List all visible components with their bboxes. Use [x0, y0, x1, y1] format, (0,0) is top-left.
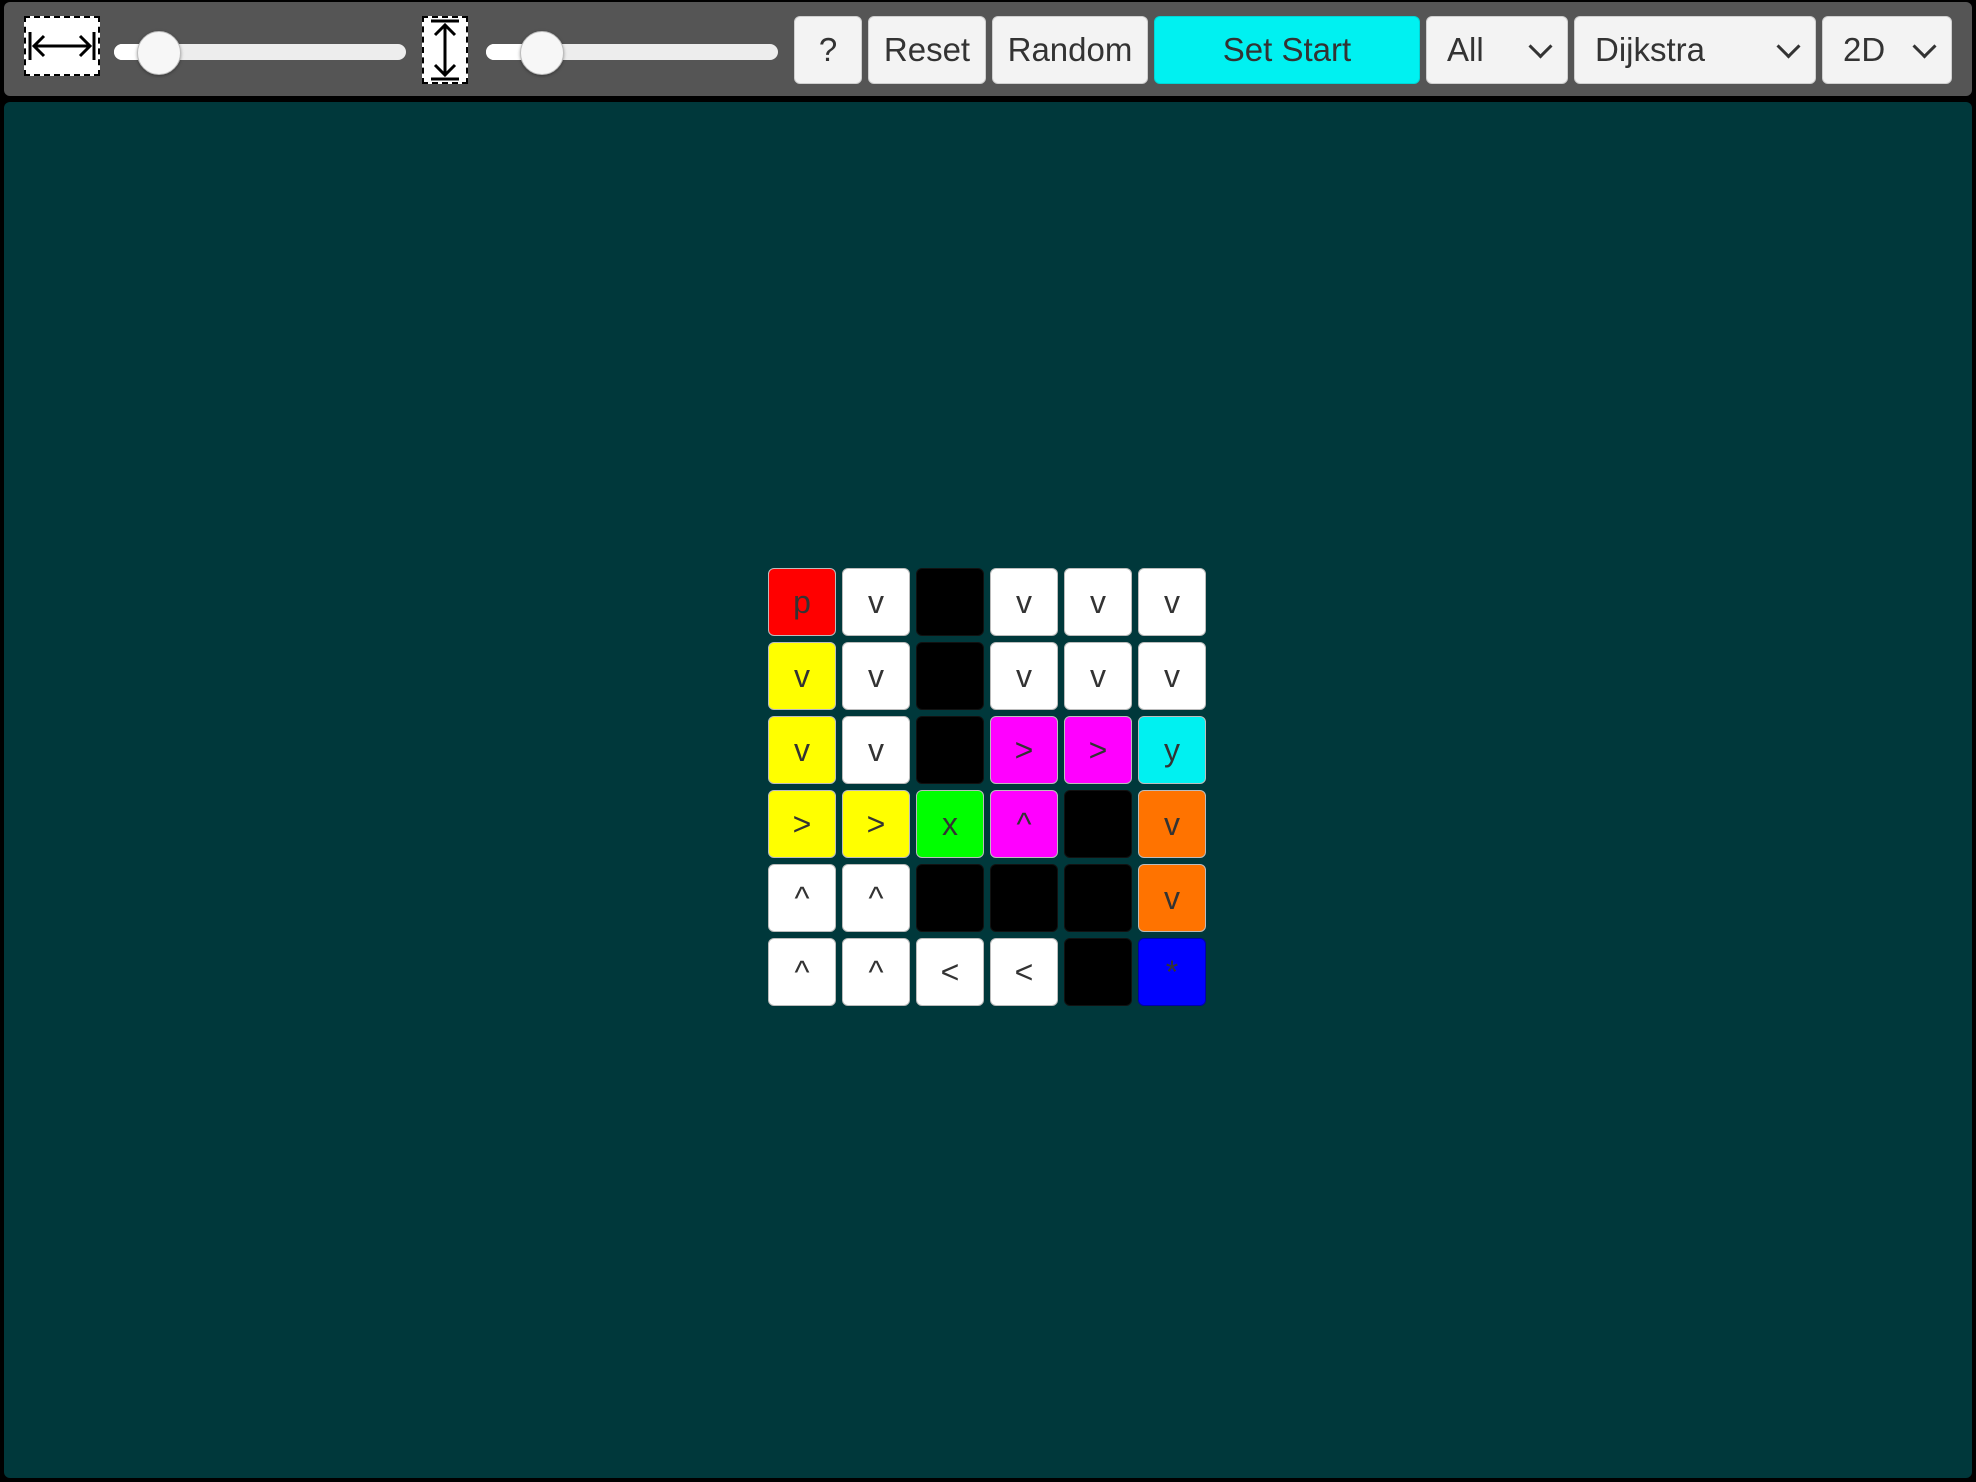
- vertical-arrows-icon: [422, 16, 468, 84]
- grid-cell-r0-c0[interactable]: p: [768, 568, 836, 636]
- grid-cell-r5-c1[interactable]: ^: [842, 938, 910, 1006]
- toolbar: ? Reset Random Set Start All Dijkstra 2D: [4, 2, 1972, 96]
- grid-cell-r3-c1[interactable]: >: [842, 790, 910, 858]
- grid-cell-r5-c2[interactable]: <: [916, 938, 984, 1006]
- height-slider[interactable]: [486, 31, 778, 75]
- grid-cell-r4-c3[interactable]: [990, 864, 1058, 932]
- grid-cell-r4-c2[interactable]: [916, 864, 984, 932]
- algorithm-dropdown[interactable]: Dijkstra: [1574, 16, 1816, 84]
- grid-cell-r4-c4[interactable]: [1064, 864, 1132, 932]
- grid-cell-r2-c4[interactable]: >: [1064, 716, 1132, 784]
- horizontal-arrows-icon: [24, 16, 100, 76]
- help-button[interactable]: ?: [794, 16, 862, 84]
- reset-button[interactable]: Reset: [868, 16, 986, 84]
- grid-cell-r5-c0[interactable]: ^: [768, 938, 836, 1006]
- grid-cell-r5-c3[interactable]: <: [990, 938, 1058, 1006]
- chevron-down-icon: [1528, 33, 1553, 59]
- grid-cell-r3-c3[interactable]: ^: [990, 790, 1058, 858]
- filter-dropdown-value: All: [1447, 31, 1484, 68]
- filter-dropdown[interactable]: All: [1426, 16, 1568, 84]
- width-slider[interactable]: [114, 31, 406, 75]
- grid-canvas: p v v v v v v v v v v v > > y > > x ^ v ^ ^ v ^ ^ < < *: [4, 102, 1972, 1478]
- grid-cell-r2-c0[interactable]: v: [768, 716, 836, 784]
- grid-cell-r5-c5[interactable]: *: [1138, 938, 1206, 1006]
- grid-cell-r0-c5[interactable]: v: [1138, 568, 1206, 636]
- grid-cell-r1-c3[interactable]: v: [990, 642, 1058, 710]
- mode-dropdown[interactable]: 2D: [1822, 16, 1952, 84]
- grid-cell-r3-c0[interactable]: >: [768, 790, 836, 858]
- pathfinding-grid: p v v v v v v v v v v v > > y > > x ^ v ^ ^ v ^ ^ < < *: [768, 568, 1212, 1012]
- grid-cell-r3-c2[interactable]: x: [916, 790, 984, 858]
- chevron-down-icon: [1912, 33, 1937, 59]
- grid-cell-r2-c1[interactable]: v: [842, 716, 910, 784]
- grid-cell-r4-c0[interactable]: ^: [768, 864, 836, 932]
- chevron-down-icon: [1776, 33, 1801, 59]
- grid-cell-r0-c2[interactable]: [916, 568, 984, 636]
- mode-dropdown-value: 2D: [1843, 31, 1886, 68]
- grid-cell-r2-c3[interactable]: >: [990, 716, 1058, 784]
- algorithm-dropdown-value: Dijkstra: [1595, 31, 1706, 68]
- grid-cell-r3-c5[interactable]: v: [1138, 790, 1206, 858]
- grid-cell-r0-c1[interactable]: v: [842, 568, 910, 636]
- height-slider-thumb[interactable]: [520, 31, 565, 75]
- grid-cell-r1-c1[interactable]: v: [842, 642, 910, 710]
- grid-cell-r5-c4[interactable]: [1064, 938, 1132, 1006]
- set-start-button[interactable]: Set Start: [1154, 16, 1420, 84]
- grid-cell-r4-c1[interactable]: ^: [842, 864, 910, 932]
- width-slider-thumb[interactable]: [136, 31, 181, 75]
- grid-cell-r4-c5[interactable]: v: [1138, 864, 1206, 932]
- grid-cell-r3-c4[interactable]: [1064, 790, 1132, 858]
- grid-cell-r1-c5[interactable]: v: [1138, 642, 1206, 710]
- grid-cell-r1-c0[interactable]: v: [768, 642, 836, 710]
- grid-cell-r2-c2[interactable]: [916, 716, 984, 784]
- grid-cell-r1-c4[interactable]: v: [1064, 642, 1132, 710]
- grid-cell-r0-c3[interactable]: v: [990, 568, 1058, 636]
- random-button[interactable]: Random: [992, 16, 1148, 84]
- grid-cell-r2-c5[interactable]: y: [1138, 716, 1206, 784]
- grid-cell-r0-c4[interactable]: v: [1064, 568, 1132, 636]
- grid-cell-r1-c2[interactable]: [916, 642, 984, 710]
